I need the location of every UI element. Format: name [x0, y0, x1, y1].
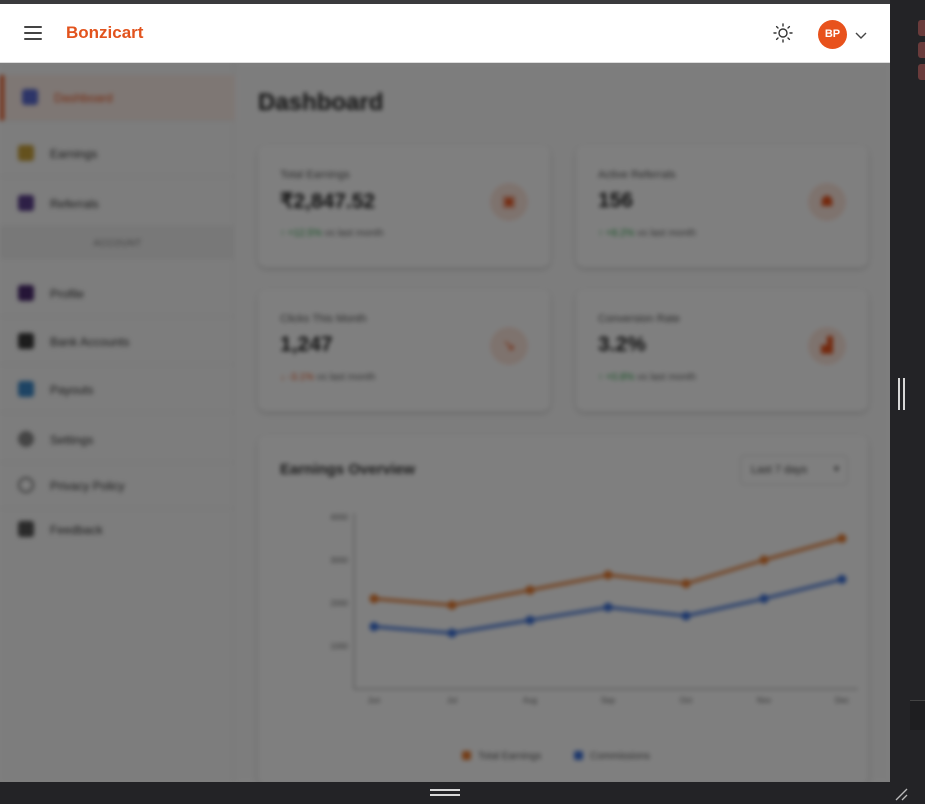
corner-panel — [910, 700, 925, 730]
hamburger-icon[interactable] — [24, 26, 42, 40]
gutter-tabs — [918, 20, 925, 86]
right-panel-gutter — [890, 0, 925, 804]
brand-logo[interactable]: Bonzicart — [66, 23, 143, 43]
vertical-resize-handle[interactable] — [898, 378, 906, 410]
chevron-down-icon[interactable] — [855, 28, 867, 39]
bottom-bar — [0, 782, 925, 804]
top-header: Bonzicart BP — [0, 4, 890, 63]
sun-icon[interactable] — [772, 22, 794, 44]
app-window: Bonzicart BP Dashboard — [0, 4, 890, 782]
resize-grip-icon[interactable] — [893, 786, 909, 802]
modal-backdrop[interactable] — [0, 63, 890, 782]
horizontal-resize-handle[interactable] — [430, 789, 460, 797]
avatar[interactable]: BP — [818, 20, 847, 49]
